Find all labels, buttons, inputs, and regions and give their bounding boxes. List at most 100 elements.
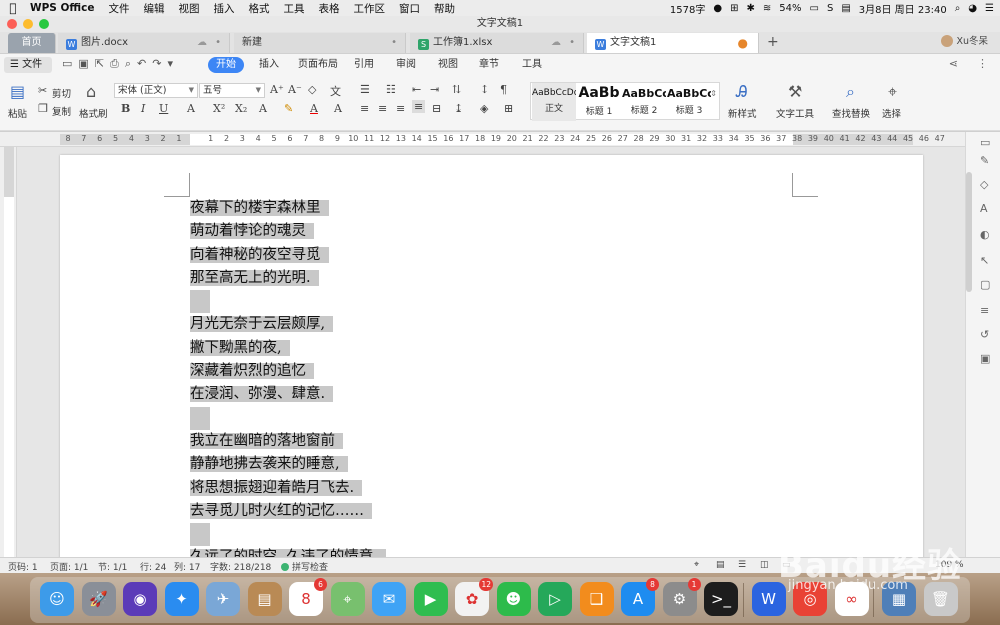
dock-photos-icon[interactable]: ✿ 12	[455, 578, 493, 616]
vertical-scrollbar[interactable]	[966, 172, 972, 292]
paste-icon[interactable]: ▤	[10, 82, 25, 101]
web-view-icon[interactable]: ◫	[760, 560, 769, 570]
dock-downloads-icon[interactable]: ▦	[882, 582, 916, 616]
decrease-indent-icon[interactable]: ⇤	[412, 83, 421, 96]
word-count-status[interactable]: 1578字	[670, 1, 705, 16]
text-line[interactable]: 向着神秘的夜空寻觅	[190, 244, 386, 267]
style-gallery-scroll-icon[interactable]: ⇕	[710, 89, 717, 98]
dock-chrome-icon[interactable]: ◎	[793, 582, 827, 616]
tab-references[interactable]: 引用	[354, 57, 374, 73]
user-account[interactable]: Xu冬呆	[941, 32, 988, 52]
find-icon[interactable]: ⌕	[846, 82, 855, 102]
search-icon[interactable]: ⌕	[955, 3, 961, 14]
shrink-font-icon[interactable]: A⁻	[288, 83, 302, 96]
text-direction-icon[interactable]: ⇅	[452, 83, 461, 96]
more-icon[interactable]: ⋮	[977, 57, 988, 70]
menu-edit[interactable]: 编辑	[136, 1, 171, 16]
customize-icon[interactable]: ▾	[167, 57, 173, 71]
tab-insert[interactable]: 插入	[259, 57, 279, 73]
tab-page-layout[interactable]: 页面布局	[298, 57, 338, 73]
text-line[interactable]: 深藏着炽烈的追忆	[190, 360, 386, 383]
s-app-icon[interactable]: S	[827, 3, 833, 14]
menu-file[interactable]: 文件	[101, 1, 136, 16]
highlight-icon[interactable]: ✎	[284, 102, 293, 115]
shading-icon[interactable]: ◈	[480, 102, 488, 115]
align-center-icon[interactable]: ≡	[378, 102, 387, 115]
page-view-icon[interactable]: ▤	[716, 560, 725, 570]
text-line[interactable]: 将思想振翅迎着皓月飞去.	[190, 477, 386, 500]
apple-icon[interactable]: 	[0, 1, 26, 15]
close-window-button[interactable]	[7, 19, 17, 29]
close-tab-icon[interactable]: •	[215, 33, 221, 53]
dock-trash-icon[interactable]: 🗑	[923, 582, 958, 616]
italic-icon[interactable]: I	[141, 102, 145, 115]
menu-view[interactable]: 视图	[171, 1, 206, 16]
file-menu-button[interactable]: ☰ 文件	[4, 57, 52, 73]
tab-document-1[interactable]: W 文字文稿1 ●	[587, 33, 759, 53]
blank-line[interactable]	[190, 290, 386, 314]
style-normal[interactable]: AaBbCcDd 正文	[532, 83, 576, 121]
text-line[interactable]: 撇下黝黑的夜,	[190, 337, 386, 360]
shapes-icon[interactable]: ◇	[980, 178, 988, 191]
bullet-list-icon[interactable]: ☰	[360, 83, 370, 96]
tab-picture-docx[interactable]: W 图片.docx ☁ •	[58, 33, 230, 53]
reading-view-icon[interactable]: ▭	[782, 560, 791, 570]
redo-icon[interactable]: ↷	[152, 57, 161, 71]
strikethrough-icon[interactable]: A	[187, 102, 195, 115]
subscript-icon[interactable]: X₂	[235, 102, 247, 115]
microphone-icon[interactable]: ●	[713, 3, 722, 14]
blank-line[interactable]	[190, 523, 386, 547]
align-left-icon[interactable]: ≡	[360, 102, 369, 115]
text-line[interactable]: 那至高无上的光明.	[190, 267, 386, 290]
format-painter-button[interactable]: 格式刷	[79, 106, 108, 120]
tab-tools[interactable]: 工具	[522, 57, 542, 73]
menu-table[interactable]: 表格	[311, 1, 346, 16]
line-spacing-icon[interactable]: ↨	[454, 102, 463, 115]
document-body[interactable]: 夜幕下的楼宇森林里 萌动着悖论的魂灵 向着神秘的夜空寻觅 那至高无上的光明. 月光无奈于…	[190, 197, 386, 557]
vertical-ruler[interactable]	[0, 147, 17, 557]
dock-safari-icon[interactable]: ✦	[164, 582, 199, 616]
tab-new[interactable]: 新建 •	[234, 33, 406, 53]
align-right-icon[interactable]: ≡	[396, 102, 405, 115]
dock-launchpad-icon[interactable]: 🚀	[81, 582, 116, 616]
style-heading-1[interactable]: AaBb 标题 1	[577, 83, 621, 121]
open-folder-icon[interactable]: ▭	[62, 57, 72, 71]
share-icon[interactable]: ⋖	[949, 57, 958, 70]
text-tools-button[interactable]: 文字工具	[776, 106, 814, 120]
undo-icon[interactable]: ↶	[137, 57, 146, 71]
text-line[interactable]: 去寻觅儿时火红的记忆……	[190, 500, 386, 523]
text-line[interactable]: 夜幕下的楼宇森林里	[190, 197, 386, 220]
cut-icon[interactable]: ✂	[38, 84, 47, 97]
menu-tools[interactable]: 工具	[276, 1, 311, 16]
print-preview-icon[interactable]: ⌕	[125, 57, 131, 71]
dock-system-preferences-icon[interactable]: ⚙ 1	[662, 578, 701, 616]
new-tab-button[interactable]: +	[767, 32, 779, 52]
text-line[interactable]: 萌动着悖论的魂灵	[190, 220, 386, 243]
lock-icon[interactable]: ▢	[980, 278, 990, 291]
dock-facetime-icon[interactable]: ▶	[413, 582, 448, 616]
font-name-select[interactable]: 宋体 (正文) ▼	[114, 83, 198, 98]
dock-wechat-icon[interactable]: ☻	[496, 582, 531, 616]
borders-icon[interactable]: ⊞	[504, 102, 513, 115]
dock-contacts-icon[interactable]: ▤	[247, 582, 282, 616]
pen-icon[interactable]: ✎	[980, 154, 989, 167]
show-marks-icon[interactable]: ¶	[500, 83, 507, 96]
tab-review[interactable]: 审阅	[396, 57, 416, 73]
clear-format-icon[interactable]: ◇	[308, 83, 316, 96]
dock-baidu-netdisk-icon[interactable]: ∞	[834, 582, 869, 616]
dock-books-icon[interactable]: ❑	[579, 582, 614, 616]
export-icon[interactable]: ⇱	[95, 57, 104, 71]
dock-app-store-icon[interactable]: A8	[621, 578, 659, 616]
wrench-icon[interactable]: ⚒	[788, 82, 802, 101]
paste-button[interactable]: 粘贴	[8, 106, 27, 120]
text-line[interactable]: 我立在幽暗的落地窗前	[190, 430, 386, 453]
blank-line[interactable]	[190, 406, 386, 430]
align-justify-icon[interactable]: ≡	[412, 100, 426, 113]
select-button[interactable]: 选择	[882, 106, 901, 120]
zoom-window-button[interactable]	[39, 19, 49, 29]
new-style-button[interactable]: 新样式	[728, 106, 757, 120]
dock-messages-icon[interactable]: ✉	[372, 582, 406, 616]
tab-start[interactable]: 开始	[208, 57, 244, 73]
text-line[interactable]: 在浸润、弥漫、肆意.	[190, 383, 386, 406]
minimize-window-button[interactable]	[23, 19, 33, 29]
